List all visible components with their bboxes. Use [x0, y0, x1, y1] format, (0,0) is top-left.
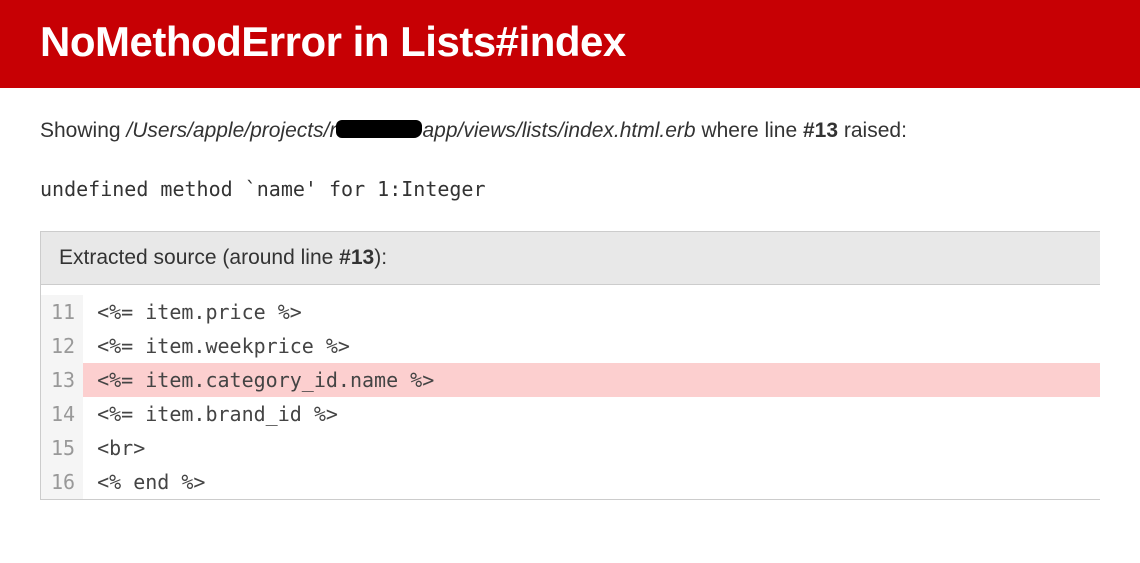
- source-header-line: #13: [339, 246, 374, 269]
- line-number: 12: [41, 329, 83, 363]
- line-number: 15: [41, 431, 83, 465]
- code-line: <%= item.weekprice %>: [83, 329, 1100, 363]
- code-line: <br>: [83, 431, 1100, 465]
- source-header-suffix: ):: [374, 246, 387, 269]
- code-block: 111213141516 <%= item.price %><%= item.w…: [41, 285, 1100, 499]
- line-number: 14: [41, 397, 83, 431]
- code-lines: <%= item.price %><%= item.weekprice %><%…: [83, 295, 1100, 499]
- showing-suffix: raised:: [838, 119, 907, 142]
- line-number: 13: [41, 363, 83, 397]
- error-message: undefined method `name' for 1:Integer: [40, 177, 1100, 201]
- file-path-before: /Users/apple/projects/r: [126, 119, 336, 142]
- line-numbers: 111213141516: [41, 295, 83, 499]
- code-line: <%= item.brand_id %>: [83, 397, 1100, 431]
- error-header: NoMethodError in Lists#index: [0, 0, 1140, 88]
- code-line: <%= item.category_id.name %>: [83, 363, 1100, 397]
- line-ref: #13: [803, 119, 838, 142]
- error-title: NoMethodError in Lists#index: [40, 18, 1100, 66]
- code-line: <%= item.price %>: [83, 295, 1100, 329]
- line-number: 16: [41, 465, 83, 499]
- showing-line: Showing /Users/apple/projects/r app/views…: [40, 116, 1100, 145]
- line-number: 11: [41, 295, 83, 329]
- code-line: <% end %>: [83, 465, 1100, 499]
- error-content: Showing /Users/apple/projects/r app/views…: [0, 88, 1140, 500]
- source-container: Extracted source (around line #13): 1112…: [40, 231, 1100, 500]
- file-path-after: app/views/lists/index.html.erb: [422, 119, 695, 142]
- showing-middle: where line: [696, 119, 803, 142]
- redacted-path: [336, 120, 422, 138]
- showing-prefix: Showing: [40, 119, 126, 142]
- source-header: Extracted source (around line #13):: [41, 232, 1100, 285]
- source-header-prefix: Extracted source (around line: [59, 246, 339, 269]
